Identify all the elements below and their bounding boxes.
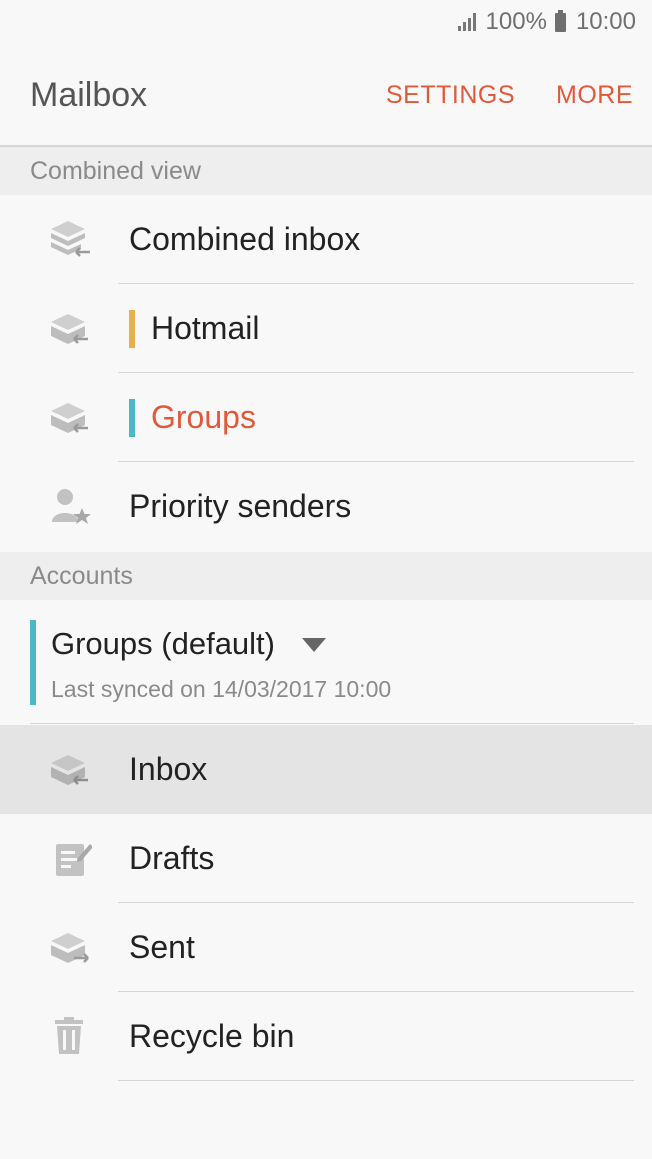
list-item-hotmail[interactable]: Hotmail	[0, 284, 652, 373]
list-item-label: Groups	[151, 399, 256, 435]
sent-icon	[51, 933, 89, 963]
folder-inbox[interactable]: Inbox	[0, 725, 652, 814]
more-button[interactable]: MORE	[556, 81, 633, 110]
clock: 10:00	[575, 8, 636, 35]
inbox-icon	[51, 755, 88, 785]
folder-recycle-bin[interactable]: Recycle bin	[0, 992, 652, 1081]
status-icons: 100% 10:00	[457, 8, 636, 36]
drafts-icon	[56, 844, 92, 876]
list-item-label: Combined inbox	[129, 221, 361, 257]
battery-percent: 100%	[485, 8, 547, 35]
divider	[118, 1080, 634, 1081]
priority-sender-icon	[52, 489, 91, 524]
list-item-priority-senders[interactable]: Priority senders	[0, 462, 652, 551]
last-synced-text: Last synced on 14/03/2017 10:00	[51, 676, 392, 702]
trash-icon	[55, 1017, 83, 1054]
list-item-label: Priority senders	[129, 488, 352, 524]
account-color-marker	[30, 620, 36, 705]
settings-button[interactable]: SETTINGS	[386, 81, 515, 110]
account-color-marker	[129, 310, 135, 348]
inbox-icon	[51, 314, 88, 344]
list-item-groups[interactable]: Groups	[0, 373, 652, 462]
chevron-down-icon[interactable]	[302, 638, 326, 652]
folder-sent[interactable]: Sent	[0, 903, 652, 992]
section-title: Combined view	[30, 157, 201, 185]
page-title: Mailbox	[30, 76, 148, 114]
section-header-accounts: Accounts	[0, 552, 652, 600]
section-header-combined-view: Combined view	[0, 147, 652, 195]
folder-label: Drafts	[129, 840, 215, 876]
folder-label: Sent	[129, 929, 195, 965]
account-selector[interactable]: Groups (default) Last synced on 14/03/20…	[0, 600, 652, 724]
app-bar: Mailbox SETTINGS MORE	[0, 46, 652, 147]
status-bar: 100% 10:00	[0, 0, 652, 46]
folder-label: Recycle bin	[129, 1018, 295, 1054]
inbox-icon	[51, 403, 88, 433]
folder-drafts[interactable]: Drafts	[0, 814, 652, 903]
list-item-combined-inbox[interactable]: Combined inbox	[0, 195, 652, 284]
section-title: Accounts	[30, 562, 133, 590]
account-name: Groups (default)	[51, 626, 275, 661]
account-color-marker	[129, 399, 135, 437]
signal-bars-icon	[457, 13, 476, 31]
folder-label: Inbox	[129, 751, 208, 787]
battery-icon	[554, 9, 566, 32]
divider	[30, 723, 634, 724]
combined-inbox-icon	[51, 221, 90, 257]
list-item-label: Hotmail	[151, 310, 260, 346]
